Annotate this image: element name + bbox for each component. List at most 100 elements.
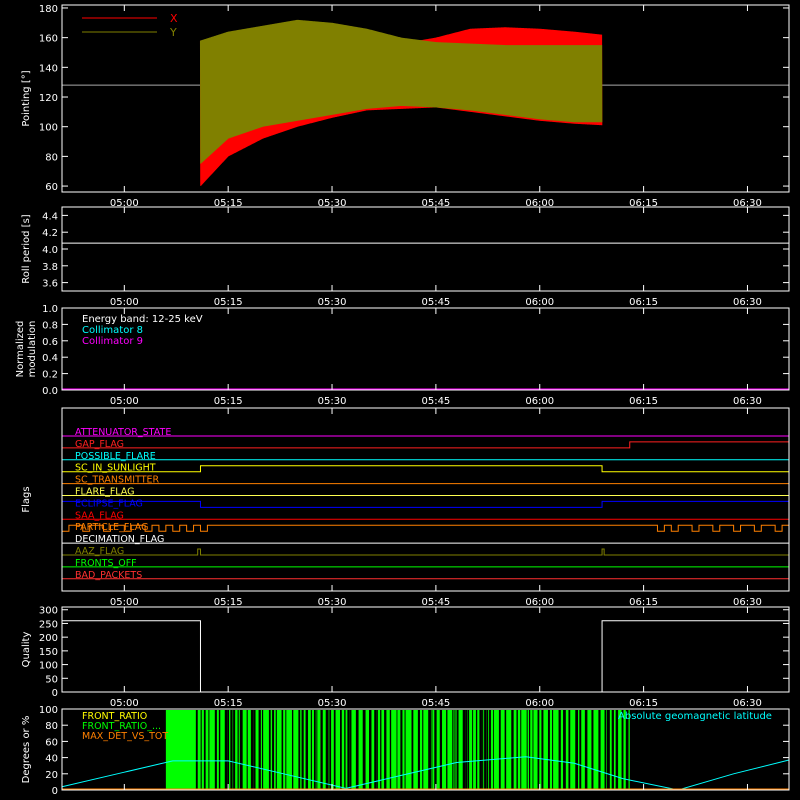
flag-label: SAA_FLAG [75,510,124,521]
roll-ytick-label: 3.6 [42,279,58,290]
quality-xtick-label: 06:00 [525,698,554,709]
pointing-xtick-label: 05:15 [214,198,243,209]
front-ratio-gap [467,710,470,789]
front-ratio-gap [227,710,230,789]
front-ratio-gap [224,710,228,789]
front-ratio-gap [301,710,304,789]
front-ratio-gap [479,710,482,789]
front-ratio-gap [579,710,582,789]
front-ratio-gap [347,710,350,789]
flags-xtick-label: 05:00 [110,597,139,608]
front-ratio-gap [316,710,318,789]
front-ratio-gap [472,710,474,789]
flag-label: FRONTS_OFF [75,558,137,569]
front-ratio-gap [195,710,198,789]
front-ratio-gap [258,710,261,789]
front-ratio-gap [428,710,431,789]
geomagnetic-ytick-label: 100 [39,705,58,716]
front-ratio-gap [404,710,406,789]
pointing-ytick-label: 180 [39,4,58,15]
front-ratio-gap [362,710,366,789]
front-ratio-gap [272,710,275,789]
roll-xtick-label: 05:45 [421,297,450,308]
front-ratio-gap [250,710,254,789]
geomagnetic-legend-left: MAX_DET_VS_TOT [82,731,168,742]
modulation-ylabel: modulation [27,321,38,378]
front-ratio-gap [417,710,420,789]
front-ratio-gap [246,710,248,789]
flags-xtick-label: 06:30 [733,597,762,608]
pointing-xtick-label: 05:30 [318,198,347,209]
flag-label: ATTENUATOR_STATE [75,427,171,438]
flag-line [62,548,789,556]
modulation-ytick-label: 0.2 [42,370,58,381]
geomagnetic-ytick-label: 80 [45,721,58,732]
pointing-ytick-label: 60 [45,182,58,193]
roll-xtick-label: 05:00 [110,297,139,308]
quality-xtick-label: 05:15 [214,698,243,709]
flag-line [62,500,789,508]
front-ratio-gap [446,710,448,789]
flag-label: DECIMATION_FLAG [75,534,164,545]
modulation-xtick-label: 06:00 [525,396,554,407]
front-ratio-gap [604,710,607,789]
quality-ytick-label: 150 [39,647,58,658]
modulation-ytick-label: 0.6 [42,337,58,348]
front-ratio-gap [200,710,202,789]
front-ratio-gap [489,710,491,789]
modulation-legend-label: Collimator 8 [82,325,143,336]
flags-xtick-label: 06:15 [629,597,658,608]
front-ratio-gap [369,710,372,789]
flags-xtick-label: 05:15 [214,597,243,608]
front-ratio-gap [285,710,287,789]
front-ratio-gap [591,710,594,789]
quality-xtick-label: 05:30 [318,698,347,709]
front-ratio-gap [456,710,459,789]
front-ratio-gap [329,710,332,789]
front-ratio-gap [511,710,514,789]
pointing-ylabel: Pointing [°] [21,70,32,126]
geomagnetic-ylabel: Degrees or % [21,716,32,784]
flag-label: SC_IN_SUNLIGHT [75,463,156,474]
modulation-xtick-label: 05:30 [318,396,347,407]
geomagnetic-ytick-label: 60 [45,737,58,748]
front-ratio-gap [541,710,544,789]
flags-xtick-label: 05:45 [421,597,450,608]
flag-label: PARTICLE_FLAG [75,522,148,533]
pointing-xtick-label: 05:00 [110,198,139,209]
flags-xtick-label: 05:30 [318,597,347,608]
front-ratio-gap [529,710,531,789]
quality-ytick-label: 300 [39,606,58,617]
front-ratio-gap [516,710,518,789]
front-ratio-gap [568,710,571,789]
flag-label: GAP_FLAG [75,439,124,450]
modulation-xtick-label: 06:30 [733,396,762,407]
quality-line [62,620,789,693]
chart-canvas: 05:00 05:15 05:30 05:45 06:00 06:15 06:30 60 80 1… [15,4,790,797]
front-ratio-gap [374,710,377,789]
pointing-ytick-label: 100 [39,123,58,134]
front-ratio-gap [454,710,456,789]
front-ratio-gap [498,710,501,789]
modulation-ytick-label: 0.8 [42,320,58,331]
flag-label: SC_TRANSMITTER [75,475,160,486]
pointing-legend-label-y: Y [169,26,177,39]
pointing-legend-label-x: X [170,12,178,25]
geomagnetic-ytick-label: 0 [52,786,58,797]
front-ratio-gap [239,710,243,789]
front-ratio-gap [537,710,540,789]
flag-line [62,441,789,449]
front-ratio-gap [504,710,507,789]
roll-xtick-label: 05:30 [318,297,347,308]
front-ratio-gap [431,710,433,789]
front-ratio-gap [400,710,403,789]
front-ratio-gap [575,710,579,789]
modulation-xtick-label: 06:15 [629,396,658,407]
front-ratio-gap [380,710,382,789]
modulation-legend-title: Energy band: 12-25 keV [82,314,203,325]
pointing-ytick-label: 80 [45,152,58,163]
roll-xtick-label: 06:15 [629,297,658,308]
quality-frame [61,606,790,693]
front-ratio-gap [475,710,478,789]
roll-ylabel: Roll period [s] [21,214,32,283]
